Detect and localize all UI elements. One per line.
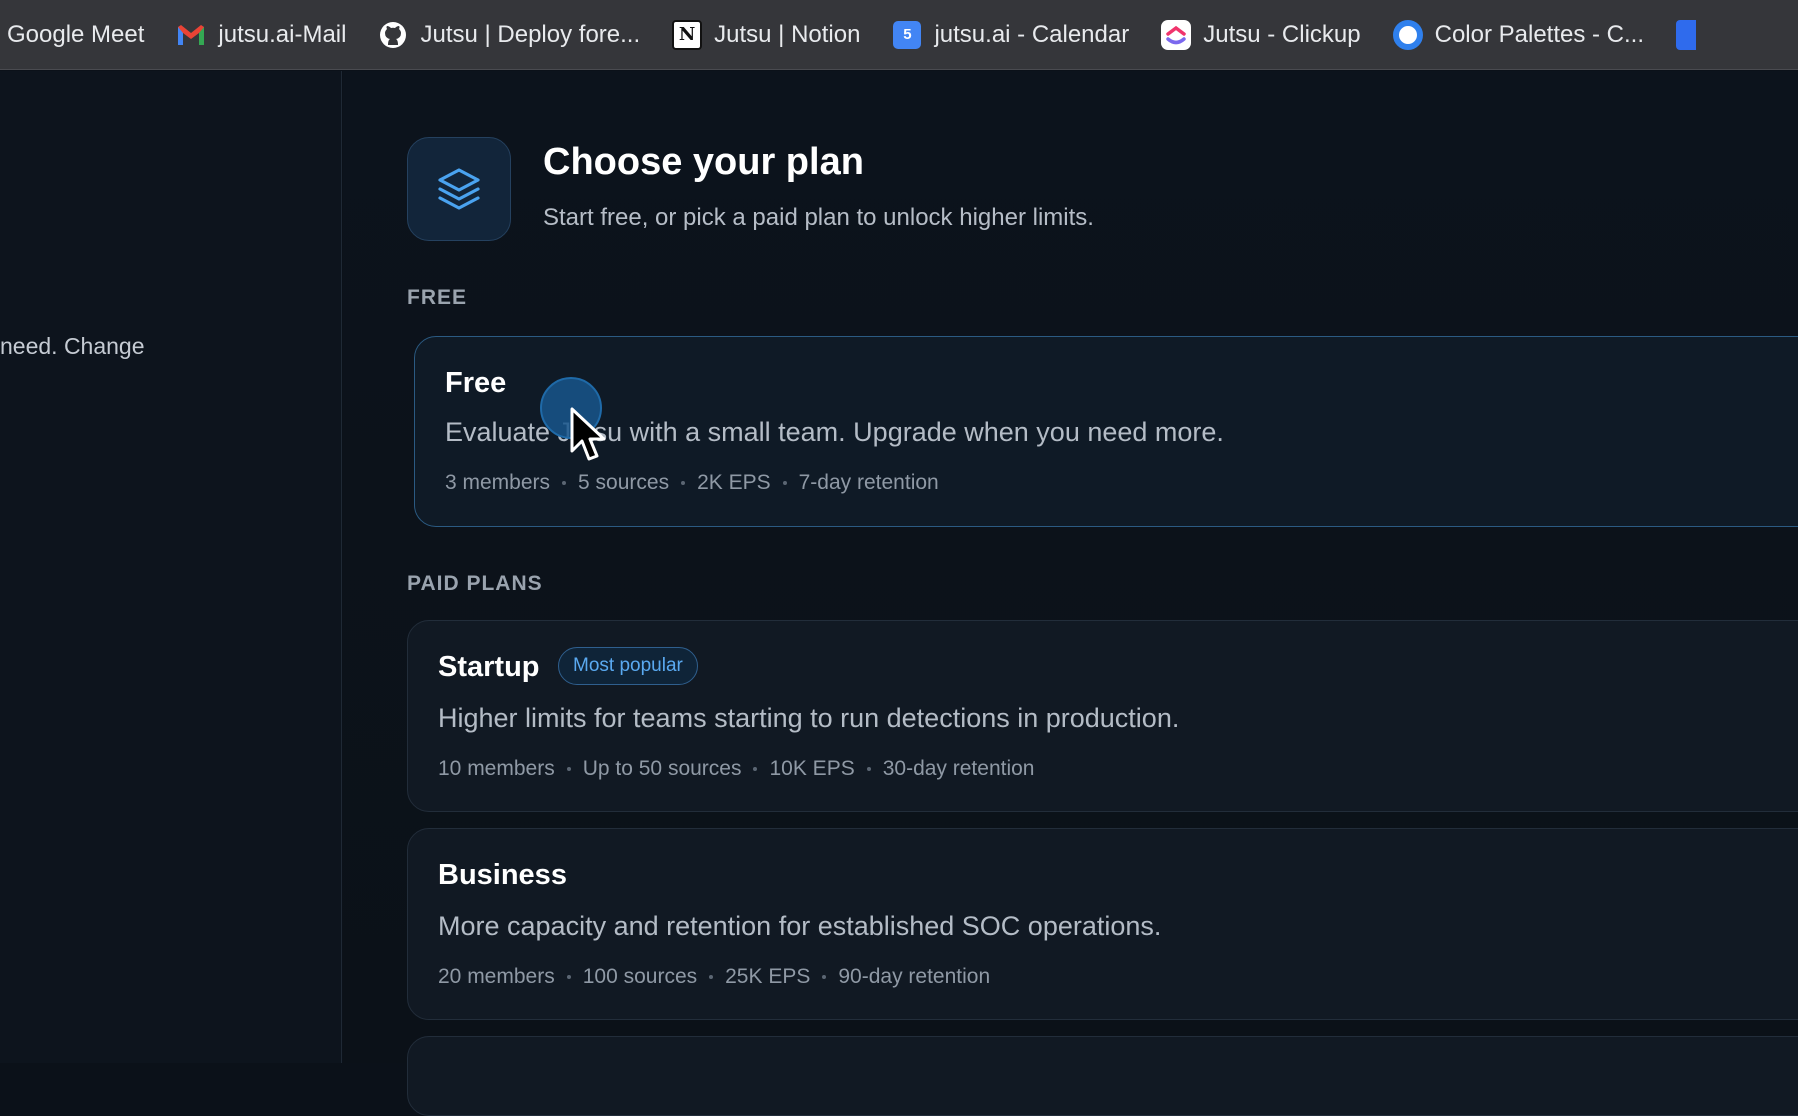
plan-description: More capacity and retention for establis… [438,911,1162,941]
bookmark-label: Jutsu | Notion [714,20,861,48]
plan-card-business[interactable]: Business More capacity and retention for… [407,828,1798,1020]
limit-sources: Up to 50 sources [582,757,742,780]
bookmark-google-meet[interactable]: Google Meet [7,21,144,49]
bookmark-label: jutsu.ai-Mail [218,20,347,48]
limit-members: 20 members [438,965,555,988]
bookmark-github[interactable]: Jutsu | Deploy fore... [378,20,640,50]
layers-icon [407,137,511,241]
page-title: Choose your plan [543,141,864,183]
bookmark-clickup[interactable]: Jutsu - Clickup [1161,19,1361,50]
bookmark-label: Jutsu | Deploy fore... [420,20,641,48]
bookmark-mail[interactable]: jutsu.ai-Mail [176,20,346,50]
bookmark-icon [1676,19,1697,50]
bookmark-notion[interactable]: N Jutsu | Notion [672,19,861,50]
calendar-icon: 5 [892,20,922,50]
clickup-icon [1161,19,1192,50]
bookmark-label: Google Meet [7,20,145,48]
plan-card-free[interactable]: Free Evaluate Jutsu with a small team. U… [414,336,1798,527]
notion-icon: N [672,19,703,50]
limit-retention: 30-day retention [882,757,1035,780]
plan-limits: 10 members Up to 50 sources 10K EPS 30-d… [438,757,1035,781]
main-content: Choose your plan Start free, or pick a p… [343,71,1798,1116]
section-label-paid: PAID PLANS [407,572,543,595]
plan-limits: 20 members 100 sources 25K EPS 90-day re… [438,965,990,989]
gmail-icon [176,20,206,50]
plan-name: Business [438,859,567,891]
bookmark-color-palettes[interactable]: Color Palettes - C... [1392,19,1645,50]
limit-eps: 10K EPS [769,757,855,780]
limit-members: 3 members [445,471,551,494]
bookmark-label: Jutsu - Clickup [1203,20,1361,48]
plan-card-startup[interactable]: Startup Most popular Higher limits for t… [407,620,1798,812]
page-subtitle: Start free, or pick a paid plan to unloc… [543,204,1094,231]
sidebar: need. Change [0,71,342,1063]
limit-retention: 7-day retention [798,471,939,494]
bookmark-calendar[interactable]: 5 jutsu.ai - Calendar [892,20,1129,50]
limit-eps: 25K EPS [725,965,811,988]
bookmark-overflow[interactable] [1676,19,1697,50]
most-popular-badge: Most popular [558,647,698,685]
plan-name: Free [445,367,507,399]
github-icon [378,20,408,50]
plan-name: Startup [438,651,540,683]
limit-members: 10 members [438,757,555,780]
plan-limits: 3 members 5 sources 2K EPS 7-day retenti… [445,471,939,495]
limit-retention: 90-day retention [838,965,991,988]
plan-card-next[interactable] [407,1036,1798,1116]
mouse-cursor-icon [570,407,606,461]
limit-sources: 5 sources [578,471,670,494]
plan-description: Higher limits for teams starting to run … [438,703,1180,733]
bookmark-label: Color Palettes - C... [1434,20,1645,48]
bookmark-label: jutsu.ai - Calendar [934,20,1130,48]
bookmarks-bar: Google Meet jutsu.ai-Mail Jutsu | Deploy… [0,0,1798,70]
section-label-free: FREE [407,286,468,309]
limit-eps: 2K EPS [697,471,771,494]
color-palettes-icon [1392,19,1423,50]
limit-sources: 100 sources [582,965,698,988]
sidebar-text: need. Change [0,333,145,359]
